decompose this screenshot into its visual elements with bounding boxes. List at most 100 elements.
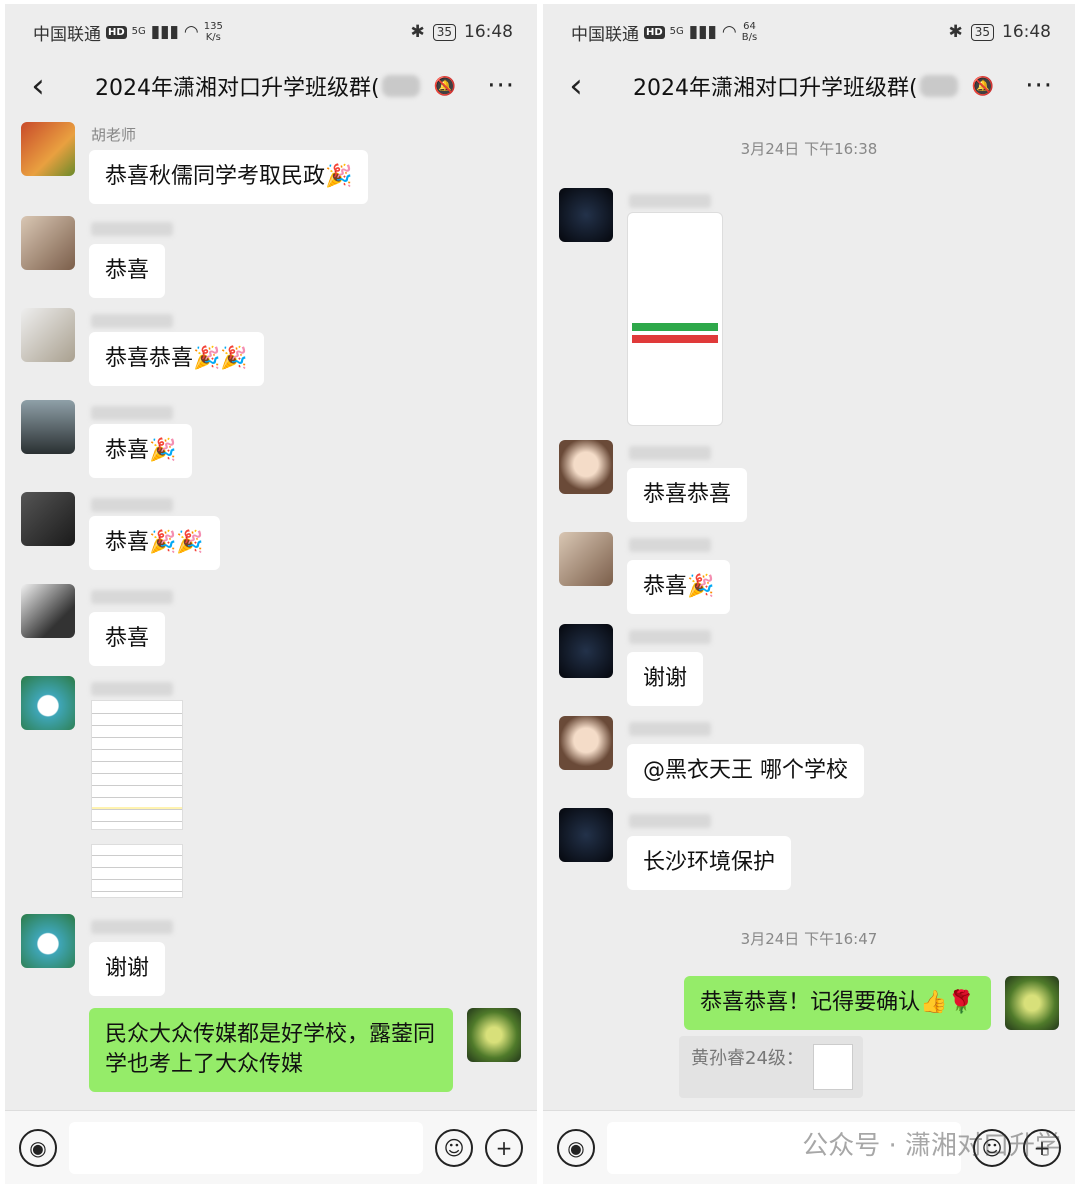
quoted-image-thumb — [813, 1044, 853, 1090]
message-bubble[interactable]: 恭喜 — [89, 612, 166, 666]
avatar[interactable] — [21, 122, 75, 176]
mute-bell-icon: 🔕 — [971, 75, 994, 97]
avatar[interactable] — [559, 716, 613, 770]
battery-icon: 35 — [970, 23, 994, 41]
sender-name-redacted — [91, 498, 173, 512]
message-bubble[interactable]: 恭喜恭喜🎉🎉 — [89, 332, 264, 386]
party-popper-icon: 🎉🎉 — [149, 530, 204, 555]
hd-badge: HD — [644, 25, 665, 39]
hd-badge: HD — [106, 25, 127, 39]
chat-header: ‹ 2024年潇湘对口升学班级群(🔕 ··· — [5, 60, 537, 112]
back-button[interactable]: ‹ — [559, 66, 593, 106]
avatar[interactable] — [21, 492, 75, 546]
chat-title: 2024年潇湘对口升学班级群(🔕 — [95, 75, 456, 101]
screenshot-image[interactable] — [627, 212, 723, 426]
sender-name-redacted — [91, 314, 173, 328]
bluetooth-icon: ✱ — [410, 22, 425, 42]
party-popper-icon: 🎉 — [687, 574, 715, 599]
sender-name-redacted — [91, 406, 173, 420]
avatar[interactable] — [21, 584, 75, 638]
sender-name: 胡老师 — [91, 126, 137, 144]
avatar[interactable] — [21, 216, 75, 270]
party-popper-icon: 🎉 — [325, 164, 353, 189]
message-list[interactable]: 胡老师 恭喜秋儒同学考取民政🎉 恭喜 恭喜恭喜🎉🎉 恭喜🎉 恭喜🎉🎉 恭喜 谢谢… — [5, 112, 537, 1110]
message-bubble-mine[interactable]: 民众大众传媒都是好学校，露蓥同学也考上了大众传媒 — [89, 1008, 453, 1092]
message-bubble[interactable]: 长沙环境保护 — [627, 836, 792, 890]
avatar[interactable] — [559, 624, 613, 678]
sender-name-redacted — [629, 722, 711, 736]
message-bubble[interactable]: 谢谢 — [89, 942, 166, 996]
sender-name-redacted — [629, 194, 711, 208]
carrier-label: 中国联通 — [33, 24, 101, 45]
right-screenshot: 中国联通 HD 5G ▮▮▮ ◠ 64 B/s ✱ 35 16:48 ‹ 2024… — [543, 4, 1075, 1184]
avatar[interactable] — [559, 188, 613, 242]
signal-icon: ▮▮▮ — [688, 22, 717, 42]
avatar[interactable] — [21, 400, 75, 454]
spreadsheet-image[interactable] — [91, 844, 183, 898]
party-popper-icon: 🎉 — [149, 438, 177, 463]
avatar[interactable] — [21, 676, 75, 730]
message-bubble[interactable]: @黑衣天王 哪个学校 — [627, 744, 864, 798]
chat-header: ‹ 2024年潇湘对口升学班级群(🔕 ··· — [543, 60, 1075, 112]
sender-name-redacted — [91, 682, 173, 696]
back-button[interactable]: ‹ — [21, 66, 55, 106]
thumbs-up-icon: 👍 — [920, 990, 948, 1015]
avatar[interactable] — [467, 1008, 521, 1062]
status-bar: 中国联通 HD 5G ▮▮▮ ◠ 135 K/s ✱ 35 16:48 — [5, 4, 537, 60]
left-screenshot: 中国联通 HD 5G ▮▮▮ ◠ 135 K/s ✱ 35 16:48 ‹ 202… — [5, 4, 537, 1184]
emoji-button[interactable]: ☺ — [435, 1128, 473, 1167]
net-speed: 64 B/s — [741, 21, 758, 43]
sender-name-redacted — [91, 920, 173, 934]
avatar[interactable] — [559, 532, 613, 586]
bluetooth-icon: ✱ — [948, 22, 963, 42]
more-button[interactable]: ··· — [487, 71, 521, 101]
timestamp: 3月24日 下午16:47 — [740, 930, 878, 948]
signal-icon: ▮▮▮ — [150, 22, 179, 42]
message-bubble[interactable]: 恭喜🎉🎉 — [89, 516, 220, 570]
sender-name-redacted — [629, 446, 711, 460]
net-speed: 135 K/s — [203, 21, 223, 43]
message-bubble[interactable]: 恭喜🎉 — [627, 560, 731, 614]
message-bubble[interactable]: 恭喜 — [89, 244, 166, 298]
spreadsheet-image[interactable] — [91, 700, 183, 830]
message-input[interactable] — [69, 1121, 423, 1174]
avatar[interactable] — [21, 914, 75, 968]
message-bubble[interactable]: 恭喜秋儒同学考取民政🎉 — [89, 150, 369, 204]
message-bubble[interactable]: 恭喜🎉 — [89, 424, 193, 478]
voice-button[interactable]: ◉ — [557, 1128, 595, 1167]
network-label: 5G — [669, 26, 684, 37]
message-list[interactable]: 3月24日 下午16:38 恭喜恭喜 恭喜🎉 谢谢 @黑衣天王 哪个学校 长沙环… — [543, 112, 1075, 1110]
sender-name-redacted — [91, 590, 173, 604]
carrier-label: 中国联通 — [571, 24, 639, 45]
clock: 16:48 — [464, 22, 513, 42]
message-bubble[interactable]: 恭喜恭喜 — [627, 468, 748, 522]
avatar[interactable] — [1005, 976, 1059, 1030]
wifi-icon: ◠ — [183, 22, 199, 42]
message-bubble-mine[interactable]: 恭喜恭喜！记得要确认👍🌹 — [684, 976, 991, 1030]
wifi-icon: ◠ — [721, 22, 737, 42]
sender-name-redacted — [91, 222, 173, 236]
chat-title: 2024年潇湘对口升学班级群(🔕 — [633, 75, 994, 101]
avatar[interactable] — [559, 440, 613, 494]
avatar[interactable] — [21, 308, 75, 362]
quoted-reply[interactable]: 黄孙睿24级： — [679, 1036, 863, 1098]
redacted-count — [919, 75, 958, 97]
voice-button[interactable]: ◉ — [19, 1128, 57, 1167]
message-bubble[interactable]: 谢谢 — [627, 652, 704, 706]
input-bar: ◉ ☺ + — [5, 1110, 537, 1184]
sender-name-redacted — [629, 538, 711, 552]
add-button[interactable]: + — [485, 1128, 523, 1167]
party-popper-icon: 🎉🎉 — [193, 346, 248, 371]
mute-bell-icon: 🔕 — [433, 75, 456, 97]
more-button[interactable]: ··· — [1025, 71, 1059, 101]
sender-name-redacted — [629, 814, 711, 828]
redacted-count — [381, 75, 420, 97]
watermark: 公众号 · 潇湘对口升学 — [802, 1131, 1061, 1161]
clock: 16:48 — [1002, 22, 1051, 42]
avatar[interactable] — [559, 808, 613, 862]
timestamp: 3月24日 下午16:38 — [740, 140, 878, 158]
battery-icon: 35 — [432, 23, 456, 41]
rose-icon: 🌹 — [947, 990, 975, 1015]
network-label: 5G — [131, 26, 146, 37]
status-bar: 中国联通 HD 5G ▮▮▮ ◠ 64 B/s ✱ 35 16:48 — [543, 4, 1075, 60]
